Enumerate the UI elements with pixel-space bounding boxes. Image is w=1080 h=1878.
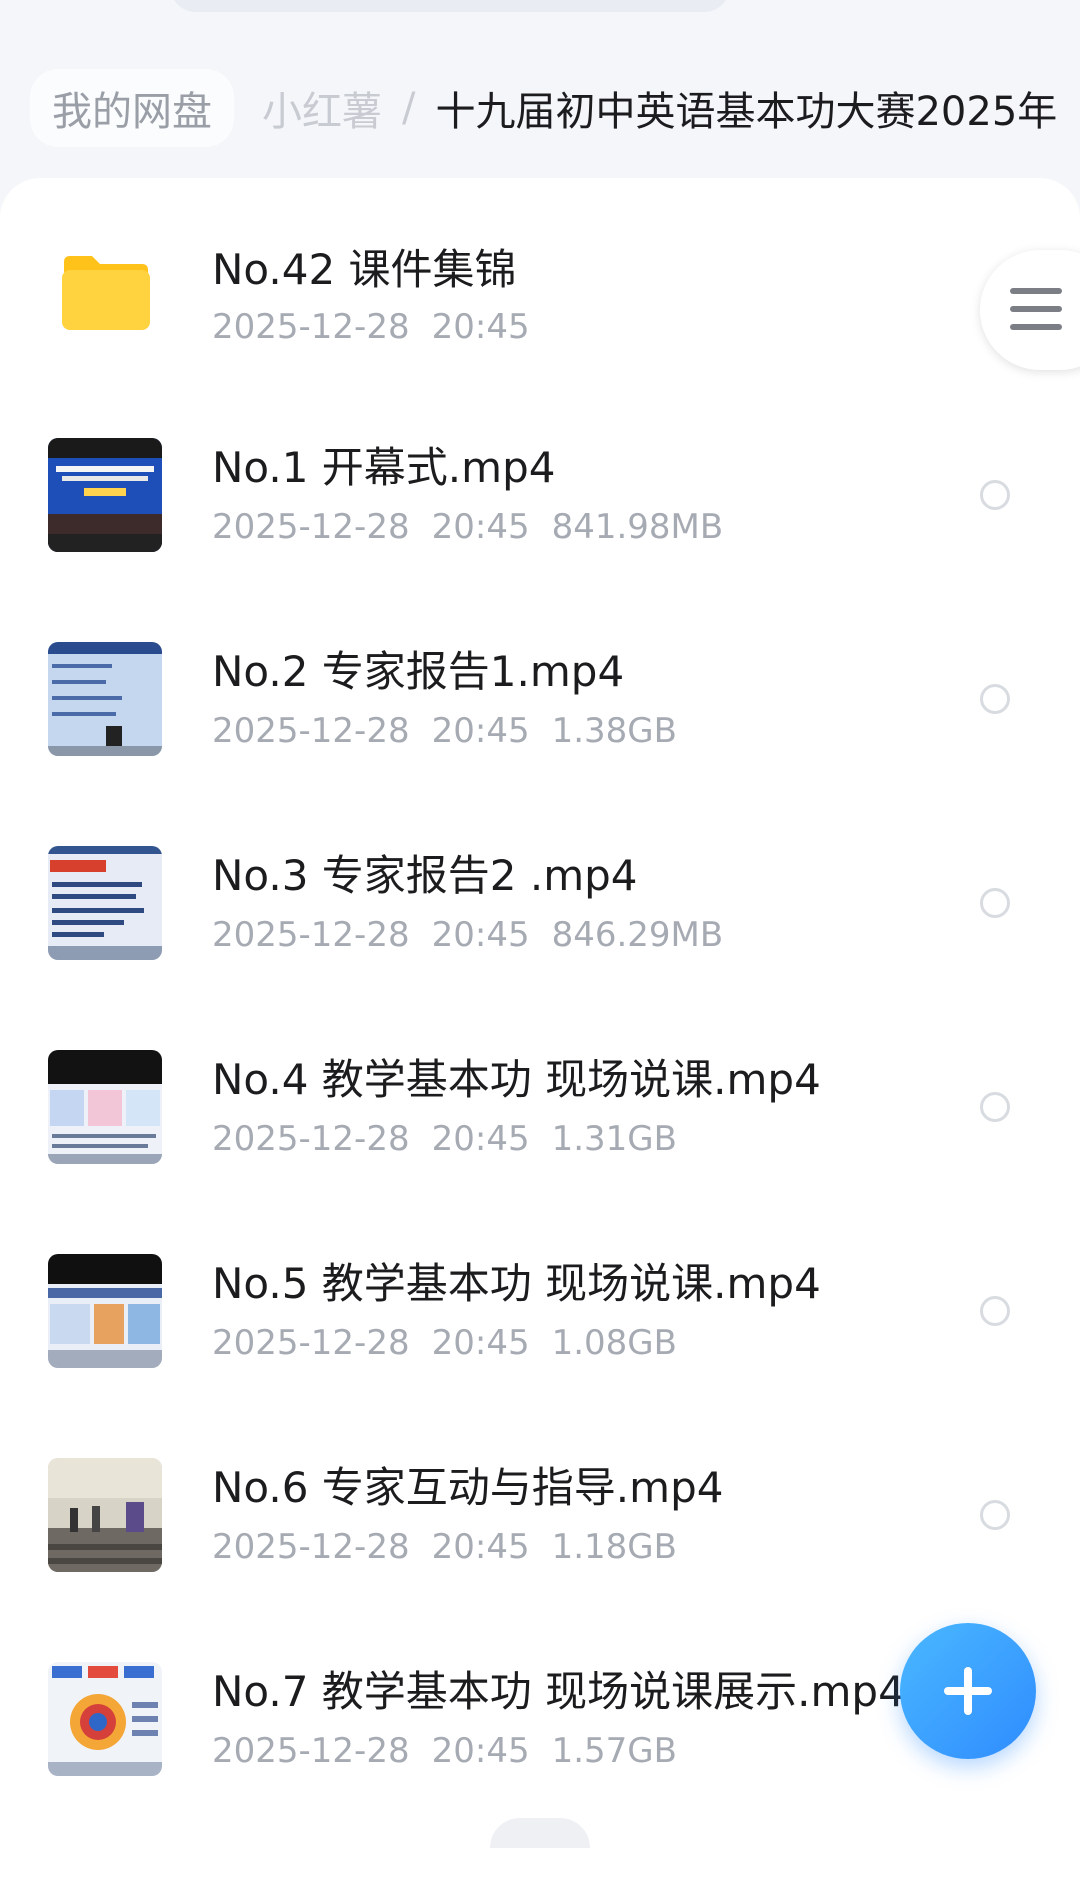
- file-name: No.1 开幕式.mp4: [212, 443, 556, 492]
- select-checkbox[interactable]: [980, 888, 1010, 918]
- video-thumbnail: [48, 1662, 162, 1776]
- file-size: 1.31GB: [551, 1119, 677, 1159]
- file-row-folder[interactable]: No.42 课件集锦 2025-12-28 20:45: [0, 234, 1080, 438]
- file-name: No.2 专家报告1.mp4: [212, 647, 625, 696]
- file-time: 20:45: [431, 307, 530, 347]
- file-meta: 2025-12-28 20:45: [212, 304, 552, 350]
- file-row[interactable]: No.4 教学基本功 现场说课.mp4 2025-12-28 20:45 1.31G…: [0, 1050, 1080, 1254]
- search-bar-remnant[interactable]: [170, 0, 730, 12]
- hamburger-menu-icon: [1010, 288, 1062, 342]
- file-date: 2025-12-28: [212, 307, 410, 347]
- video-thumbnail: [48, 1458, 162, 1572]
- select-checkbox[interactable]: [980, 1296, 1010, 1326]
- select-checkbox[interactable]: [980, 480, 1010, 510]
- file-size: 841.98MB: [551, 507, 724, 547]
- file-meta: 2025-12-28 20:45 1.31GB: [212, 1116, 699, 1162]
- file-date: 2025-12-28: [212, 1119, 410, 1159]
- file-size: 846.29MB: [551, 915, 724, 955]
- file-time: 20:45: [431, 1119, 530, 1159]
- file-time: 20:45: [431, 1527, 530, 1567]
- folder-icon: [60, 254, 152, 332]
- file-row[interactable]: No.3 专家报告2 .mp4 2025-12-28 20:45 846.29MB: [0, 846, 1080, 1050]
- video-thumbnail: [48, 846, 162, 960]
- file-date: 2025-12-28: [212, 1527, 410, 1567]
- file-date: 2025-12-28: [212, 1731, 410, 1771]
- file-row[interactable]: No.5 教学基本功 现场说课.mp4 2025-12-28 20:45 1.08G…: [0, 1254, 1080, 1458]
- file-time: 20:45: [431, 1323, 530, 1363]
- file-meta: 2025-12-28 20:45 846.29MB: [212, 912, 745, 958]
- file-size: 1.57GB: [551, 1731, 677, 1771]
- file-meta: 2025-12-28 20:45 1.57GB: [212, 1728, 699, 1774]
- file-size: 1.18GB: [551, 1527, 677, 1567]
- video-thumbnail: [48, 1254, 162, 1368]
- file-name: No.5 教学基本功 现场说课.mp4: [212, 1259, 821, 1308]
- file-date: 2025-12-28: [212, 507, 410, 547]
- file-time: 20:45: [431, 507, 530, 547]
- select-checkbox[interactable]: [980, 1500, 1010, 1530]
- select-checkbox[interactable]: [980, 1092, 1010, 1122]
- breadcrumb-current: 十九届初中英语基本功大赛2025年: [435, 89, 1058, 135]
- file-date: 2025-12-28: [212, 915, 410, 955]
- file-name: No.6 专家互动与指导.mp4: [212, 1463, 724, 1512]
- file-list: No.42 课件集锦 2025-12-28 20:45 No.1 开幕式.mp4 …: [0, 178, 1080, 1878]
- file-row[interactable]: No.2 专家报告1.mp4 2025-12-28 20:45 1.38GB: [0, 642, 1080, 846]
- file-meta: 2025-12-28 20:45 1.08GB: [212, 1320, 699, 1366]
- file-time: 20:45: [431, 915, 530, 955]
- file-row[interactable]: No.6 专家互动与指导.mp4 2025-12-28 20:45 1.18GB: [0, 1458, 1080, 1662]
- video-thumbnail: [48, 438, 162, 552]
- file-date: 2025-12-28: [212, 1323, 410, 1363]
- file-size: 1.38GB: [551, 711, 677, 751]
- breadcrumb-separator: /: [402, 85, 416, 131]
- file-meta: 2025-12-28 20:45 841.98MB: [212, 504, 745, 550]
- add-button[interactable]: [900, 1623, 1036, 1759]
- video-thumbnail: [48, 642, 162, 756]
- file-size: 1.08GB: [551, 1323, 677, 1363]
- file-name: No.7 教学基本功 现场说课展示.mp4: [212, 1667, 905, 1716]
- breadcrumb-root[interactable]: 我的网盘: [30, 69, 234, 147]
- bottom-handle: [490, 1818, 590, 1848]
- file-row[interactable]: No.1 开幕式.mp4 2025-12-28 20:45 841.98MB: [0, 438, 1080, 642]
- plus-icon-vertical: [964, 1667, 972, 1715]
- file-time: 20:45: [431, 711, 530, 751]
- file-meta: 2025-12-28 20:45 1.38GB: [212, 708, 699, 754]
- file-date: 2025-12-28: [212, 711, 410, 751]
- breadcrumb-parent[interactable]: 小红薯: [262, 79, 382, 137]
- video-thumbnail: [48, 1050, 162, 1164]
- file-name: No.42 课件集锦: [212, 245, 517, 294]
- file-name: No.3 专家报告2 .mp4: [212, 851, 638, 900]
- file-time: 20:45: [431, 1731, 530, 1771]
- file-meta: 2025-12-28 20:45 1.18GB: [212, 1524, 699, 1570]
- breadcrumb: 我的网盘 小红薯 / 十九届初中英语基本功大赛2025年: [30, 66, 1080, 150]
- file-name: No.4 教学基本功 现场说课.mp4: [212, 1055, 821, 1104]
- select-checkbox[interactable]: [980, 684, 1010, 714]
